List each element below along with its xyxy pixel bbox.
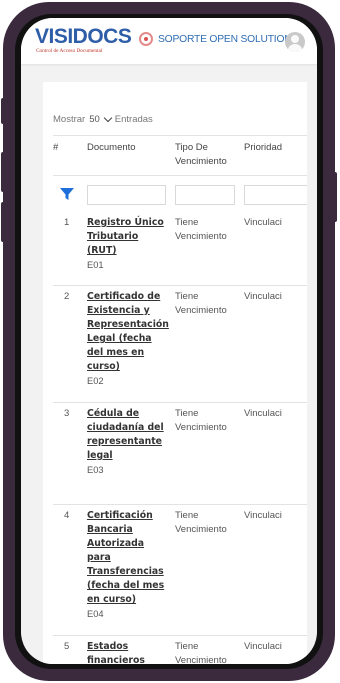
column-header-tipo-line1: Tipo De bbox=[175, 142, 208, 153]
tipo-line2: Vencimiento bbox=[175, 422, 227, 433]
column-header-documento[interactable]: Documento bbox=[87, 141, 136, 155]
document-cell: Certificación Bancaria Autorizada para T… bbox=[87, 509, 167, 621]
phone-side-button bbox=[1, 98, 5, 124]
entries-length-control: Mostrar 50 Entradas bbox=[53, 113, 153, 125]
tipo-cell: Tiene Vencimiento bbox=[175, 640, 227, 664]
phone-side-button bbox=[333, 172, 337, 222]
row-divider bbox=[53, 402, 307, 403]
phone-bezel: VISIDOCS Control de Acceso Documental SO… bbox=[15, 14, 323, 669]
documents-card: Mostrar 50 Entradas # Documento Tipo De … bbox=[43, 82, 307, 664]
tipo-cell: Tiene Vencimiento bbox=[175, 509, 227, 537]
page-size-value: 50 bbox=[89, 114, 100, 125]
app-screen: VISIDOCS Control de Acceso Documental SO… bbox=[21, 18, 317, 664]
tipo-line2: Vencimiento bbox=[175, 524, 227, 535]
tipo-line1: Tiene bbox=[175, 291, 199, 302]
filter-tipo-input[interactable] bbox=[175, 185, 235, 205]
filter-icon[interactable] bbox=[59, 186, 75, 202]
prioridad-cell: Vinculaci bbox=[244, 217, 282, 228]
tipo-line1: Tiene bbox=[175, 641, 199, 652]
header-divider bbox=[53, 175, 307, 176]
column-header-tipo[interactable]: Tipo De Vencimiento bbox=[175, 141, 227, 169]
tipo-line1: Tiene bbox=[175, 408, 199, 419]
document-cell: Registro Único Tributario (RUT) E01 bbox=[87, 216, 167, 272]
row-number: 4 bbox=[64, 510, 70, 521]
logo-text: VISIDOCS bbox=[35, 25, 132, 48]
document-link[interactable]: Cédula de ciudadanía del representante l… bbox=[87, 407, 167, 463]
row-divider bbox=[53, 635, 307, 636]
column-header-tipo-line2: Vencimiento bbox=[175, 156, 227, 167]
document-code: E04 bbox=[87, 609, 104, 619]
top-bar: VISIDOCS Control de Acceso Documental SO… bbox=[21, 18, 317, 64]
document-link[interactable]: Certificado de Existencia y Representaci… bbox=[87, 290, 169, 374]
tipo-cell: Tiene Vencimiento bbox=[175, 216, 227, 244]
entries-label: Entradas bbox=[114, 114, 153, 125]
page-size-select[interactable]: 50 bbox=[89, 113, 113, 125]
show-label: Mostrar bbox=[53, 114, 86, 125]
document-cell: Estados financieros año actual o fecha bbox=[87, 640, 167, 664]
prioridad-cell: Vinculaci bbox=[244, 291, 282, 302]
tipo-line1: Tiene bbox=[175, 510, 199, 521]
document-link[interactable]: Registro Único Tributario (RUT) bbox=[87, 216, 167, 258]
column-header-prioridad[interactable]: Prioridad bbox=[244, 141, 282, 155]
tipo-cell: Tiene Vencimiento bbox=[175, 407, 227, 435]
document-cell: Cédula de ciudadanía del representante l… bbox=[87, 407, 167, 477]
tipo-line1: Tiene bbox=[175, 217, 199, 228]
row-number: 1 bbox=[64, 217, 70, 228]
filter-prioridad-input[interactable] bbox=[244, 185, 307, 205]
tipo-cell: Tiene Vencimiento bbox=[175, 290, 227, 318]
document-link[interactable]: Certificación Bancaria Autorizada para T… bbox=[87, 509, 167, 607]
logo-subtitle: Control de Acceso Documental bbox=[36, 48, 103, 54]
support-link[interactable]: SOPORTE OPEN SOLUTIONS bbox=[139, 32, 298, 46]
document-code: E03 bbox=[87, 465, 104, 475]
user-avatar-icon[interactable] bbox=[285, 32, 305, 52]
document-code: E02 bbox=[87, 376, 104, 386]
tipo-line2: Vencimiento bbox=[175, 655, 227, 664]
row-divider bbox=[53, 285, 307, 286]
prioridad-cell: Vinculaci bbox=[244, 641, 282, 652]
chevron-down-icon bbox=[103, 113, 113, 123]
document-code: E01 bbox=[87, 260, 104, 270]
tipo-line2: Vencimiento bbox=[175, 231, 227, 242]
support-label: SOPORTE OPEN SOLUTIONS bbox=[158, 33, 299, 45]
table-top-border bbox=[53, 135, 307, 136]
app-logo[interactable]: VISIDOCS Control de Acceso Documental bbox=[35, 25, 132, 55]
prioridad-cell: Vinculaci bbox=[244, 510, 282, 521]
row-divider bbox=[53, 504, 307, 505]
row-number: 3 bbox=[64, 408, 70, 419]
row-number: 5 bbox=[64, 641, 70, 652]
phone-frame: VISIDOCS Control de Acceso Documental SO… bbox=[1, 2, 337, 681]
bell-icon[interactable] bbox=[139, 32, 153, 46]
document-cell: Certificado de Existencia y Representaci… bbox=[87, 290, 169, 388]
document-link[interactable]: Estados financieros año actual o fecha bbox=[87, 640, 167, 664]
phone-side-button bbox=[1, 202, 5, 242]
prioridad-cell: Vinculaci bbox=[244, 408, 282, 419]
filter-documento-input[interactable] bbox=[87, 185, 166, 205]
column-header-num[interactable]: # bbox=[53, 141, 58, 155]
row-number: 2 bbox=[64, 291, 70, 302]
tipo-line2: Vencimiento bbox=[175, 305, 227, 316]
phone-side-button bbox=[1, 152, 5, 192]
